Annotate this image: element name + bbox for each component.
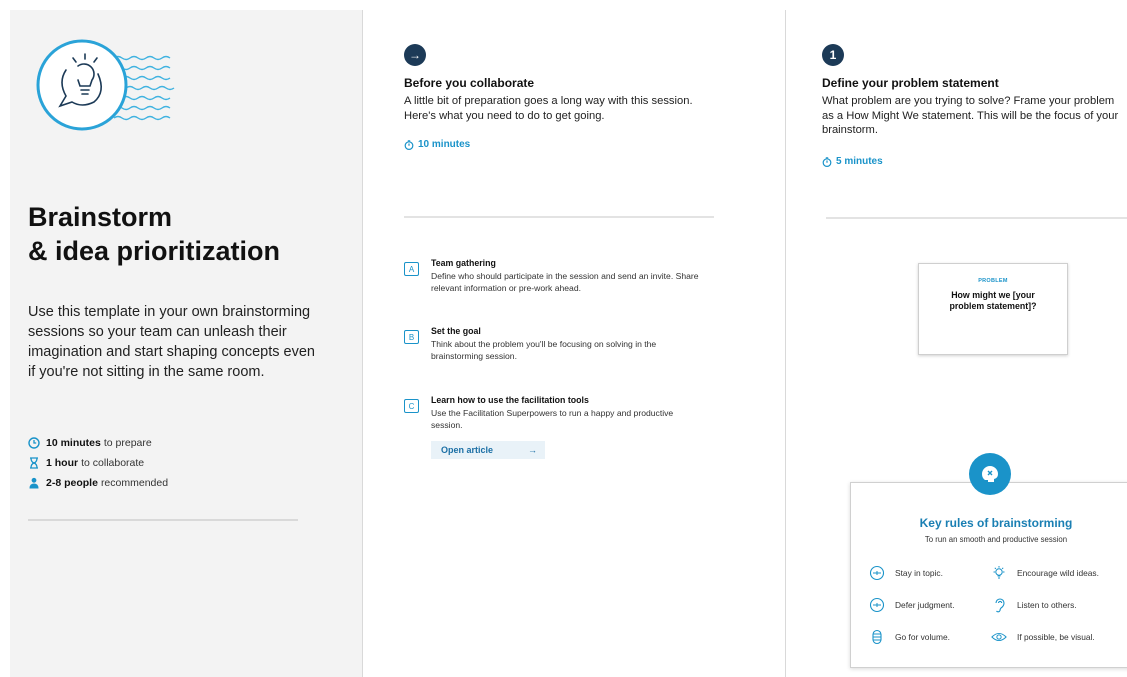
person-icon: [29, 477, 39, 489]
step-title: Set the goal: [431, 326, 481, 336]
section-body: A little bit of preparation goes a long …: [404, 95, 693, 122]
rule-label: Stay in topic.: [895, 568, 943, 578]
title-line-1: Brainstorm: [28, 202, 173, 232]
rule-label: Listen to others.: [1017, 600, 1077, 610]
lightbulb-icon: [991, 565, 1007, 581]
problem-card[interactable]: PROBLEM How might we [your problem state…: [918, 263, 1068, 355]
session-facts: 10 minutes to prepare 1 hour to collabor…: [28, 433, 168, 493]
define-problem-section: 1 Define your problem statement What pro…: [822, 0, 1127, 677]
stopwatch-icon: [822, 156, 832, 167]
clock-icon: [28, 437, 40, 449]
step-title: Team gathering: [431, 258, 496, 268]
rule-item: Defer judgment.: [869, 597, 955, 613]
stack-icon: [869, 629, 885, 645]
step-letter: A: [404, 262, 419, 276]
step-number-badge: 1: [822, 44, 844, 66]
step-body: Think about the problem you'll be focusi…: [431, 339, 657, 361]
rule-item: Stay in topic.: [869, 565, 943, 581]
ear-icon: [991, 597, 1007, 613]
brainstorm-rules-card: Key rules of brainstorming To run an smo…: [850, 482, 1127, 668]
page-title: Brainstorm & idea prioritization: [28, 200, 348, 268]
rule-item: Go for volume.: [869, 629, 950, 645]
stopwatch-icon: [404, 139, 414, 150]
fact-text: to collaborate: [81, 457, 145, 469]
rule-label: If possible, be visual.: [1017, 632, 1095, 642]
problem-label: PROBLEM: [978, 278, 1008, 284]
fact-bold: 10 minutes: [46, 437, 101, 449]
arrow-step-badge: →: [404, 44, 426, 66]
step-body: Use the Facilitation Superpowers to run …: [431, 408, 674, 430]
title-line-2: & idea prioritization: [28, 236, 281, 266]
divider: [28, 519, 298, 521]
fact-prepare: 10 minutes to prepare: [28, 433, 168, 453]
target-icon: [869, 597, 885, 613]
intro-description: Use this template in your own brainstorm…: [28, 304, 315, 380]
step-letter: C: [404, 399, 419, 413]
problem-text: How might we [your problem statement]?: [949, 290, 1037, 311]
fact-text: to prepare: [103, 437, 152, 449]
eye-icon: [991, 629, 1007, 645]
before-collaborate-section: → Before you collaborate A little bit of…: [404, 0, 724, 677]
step-title: Learn how to use the facilitation tools: [431, 395, 589, 405]
timer: 5 minutes: [822, 156, 883, 167]
arrow-right-icon: →: [528, 445, 537, 455]
fact-collaborate: 1 hour to collaborate: [28, 453, 168, 473]
rule-label: Go for volume.: [895, 632, 950, 642]
fact-bold: 2-8 people: [46, 477, 98, 489]
brain-icon: [969, 453, 1011, 495]
step-body: Define who should participate in the ses…: [431, 271, 699, 293]
rule-item: Listen to others.: [991, 597, 1077, 613]
fact-text: recommended: [100, 477, 169, 489]
step-letter: B: [404, 330, 419, 344]
column-divider: [362, 10, 363, 677]
column-divider: [785, 10, 786, 677]
target-icon: [869, 565, 885, 581]
rules-title: Key rules of brainstorming: [919, 516, 1073, 530]
open-article-button[interactable]: Open article →: [431, 441, 545, 459]
hourglass-icon: [30, 457, 38, 469]
divider: [826, 217, 1127, 219]
rules-subtitle: To run an smooth and productive session: [924, 535, 1068, 544]
section-body: What problem are you trying to solve? Fr…: [822, 95, 1119, 136]
timer-label: 10 minutes: [418, 139, 471, 150]
rule-item: Encourage wild ideas.: [991, 565, 1099, 581]
rule-item: If possible, be visual.: [991, 629, 1095, 645]
lightbulb-chat-icon: [36, 39, 175, 131]
section-title: Before you collaborate: [404, 76, 535, 90]
rule-label: Encourage wild ideas.: [1017, 568, 1099, 578]
timer-label: 5 minutes: [836, 156, 883, 167]
fact-bold: 1 hour: [46, 457, 79, 469]
rule-label: Defer judgment.: [895, 600, 955, 610]
divider: [404, 216, 714, 218]
timer: 10 minutes: [404, 139, 470, 150]
fact-people: 2-8 people recommended: [28, 473, 168, 493]
open-article-label: Open article: [441, 445, 494, 455]
section-title: Define your problem statement: [822, 76, 999, 90]
